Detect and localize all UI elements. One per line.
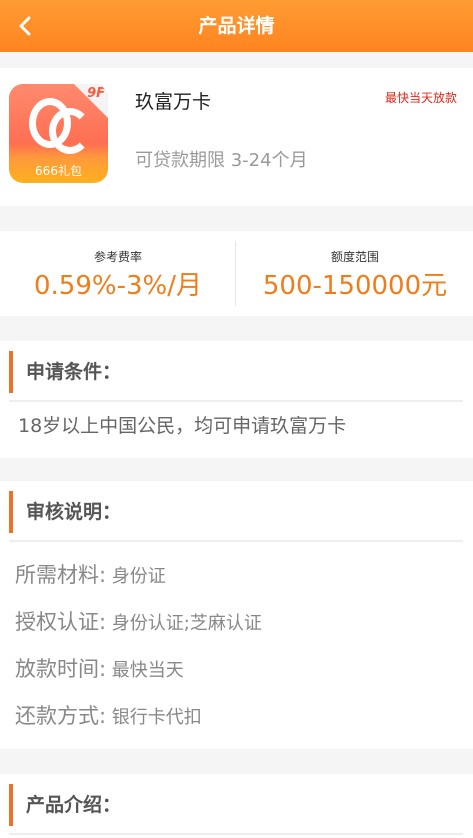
loan-term: 可贷款期限 3-24个月 bbox=[135, 150, 308, 171]
rate-label: 参考费率 bbox=[93, 250, 142, 264]
logo-gift-label: 666礼包 bbox=[35, 164, 82, 178]
review-key: 还款方式: bbox=[15, 704, 107, 728]
review-value: 身份认证;芝麻认证 bbox=[106, 613, 262, 634]
review-key: 授权认证: bbox=[15, 610, 107, 634]
review-value: 银行卡代扣 bbox=[106, 707, 202, 728]
review-item: 授权认证: 身份认证;芝麻认证 bbox=[15, 606, 262, 636]
review-value: 身份证 bbox=[106, 566, 166, 587]
rate-stat: 参考费率 0.59%-3%/月 bbox=[0, 231, 236, 316]
intro-title: 产品介绍： bbox=[9, 784, 121, 826]
conditions-text: 18岁以上中国公民，均可申请玖富万卡 bbox=[18, 415, 347, 437]
review-key: 放款时间: bbox=[15, 657, 107, 681]
product-logo: 9F 666礼包 bbox=[9, 84, 108, 183]
review-item: 所需材料: 身份证 bbox=[15, 559, 166, 589]
top-bar: 产品详情 bbox=[0, 0, 473, 52]
amount-label: 额度范围 bbox=[330, 250, 379, 264]
page-title: 产品详情 bbox=[198, 15, 275, 37]
amount-stat: 额度范围 500-150000元 bbox=[237, 231, 473, 316]
logo-badge: 9F bbox=[87, 86, 105, 101]
product-name: 玖富万卡 bbox=[135, 91, 212, 113]
rate-value: 0.59%-3%/月 bbox=[34, 271, 202, 301]
divider bbox=[9, 400, 463, 402]
product-tag: 最快当天放款 bbox=[384, 91, 457, 105]
review-item: 还款方式: 银行卡代扣 bbox=[15, 700, 202, 730]
product-card: 9F 666礼包 玖富万卡 最快当天放款 可贷款期限 3-24个月 bbox=[0, 68, 473, 206]
intro-section: 产品介绍： bbox=[0, 774, 473, 838]
review-section: 审核说明： 所需材料: 身份证 授权认证: 身份认证;芝麻认证 放款时间: 最快… bbox=[0, 481, 473, 749]
review-item: 放款时间: 最快当天 bbox=[15, 653, 184, 683]
review-key: 所需材料: bbox=[15, 563, 107, 587]
review-value: 最快当天 bbox=[106, 660, 184, 681]
conditions-title: 申请条件： bbox=[9, 351, 121, 393]
divider bbox=[235, 241, 236, 306]
amount-value: 500-150000元 bbox=[262, 271, 448, 301]
divider bbox=[9, 540, 463, 542]
review-title: 审核说明： bbox=[9, 491, 121, 533]
divider bbox=[9, 833, 463, 835]
rate-panel: 参考费率 0.59%-3%/月 额度范围 500-150000元 bbox=[0, 231, 473, 316]
conditions-section: 申请条件： 18岁以上中国公民，均可申请玖富万卡 bbox=[0, 341, 473, 458]
